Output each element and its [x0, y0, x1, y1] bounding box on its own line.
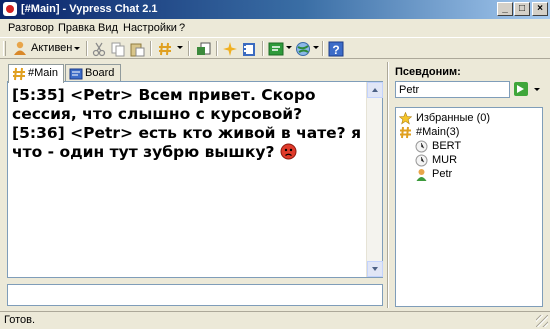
- status-text: Готов.: [4, 314, 36, 326]
- toolbar: Активен ?: [0, 37, 550, 59]
- cut-icon[interactable]: [91, 41, 107, 57]
- nickname-heading: Псевдоним:: [395, 66, 461, 78]
- status-label: Активен: [31, 42, 73, 54]
- menu-bar: Разговор Правка Вид Настройки ?: [0, 19, 550, 37]
- message-time: [5:36]: [12, 124, 65, 142]
- close-button[interactable]: ×: [532, 2, 548, 16]
- hash-icon: [13, 67, 25, 81]
- minimize-button[interactable]: _: [497, 2, 513, 16]
- svg-text:?: ?: [332, 43, 339, 57]
- board-icon: [69, 68, 83, 80]
- status-bar: Готов.: [0, 311, 550, 329]
- message-text: есть кто живой в чате? я что - один тут …: [12, 124, 362, 161]
- chat-message: [5:35] <Petr> Всем привет. Скоро сессия,…: [12, 86, 362, 124]
- send-file-icon[interactable]: [196, 41, 212, 57]
- chevron-down-icon: [74, 47, 80, 50]
- help-icon[interactable]: ?: [328, 41, 344, 57]
- address-book-icon[interactable]: [241, 41, 257, 57]
- chevron-down-icon[interactable]: [534, 88, 540, 91]
- window-title: [#Main] - Vypress Chat 2.1: [21, 3, 158, 15]
- hash-icon: [400, 126, 411, 139]
- menu-view[interactable]: Вид: [98, 22, 118, 34]
- message-time: [5:35]: [12, 86, 65, 104]
- chevron-down-icon: [372, 267, 378, 271]
- maximize-button[interactable]: □: [514, 2, 530, 16]
- message-icon[interactable]: [268, 41, 284, 57]
- user-status-icon: [14, 41, 26, 55]
- chevron-down-icon[interactable]: [177, 46, 183, 49]
- panel-splitter[interactable]: [387, 62, 389, 308]
- message-input[interactable]: [7, 284, 383, 306]
- tab-main[interactable]: #Main: [8, 64, 64, 83]
- globe-icon[interactable]: [295, 41, 311, 57]
- chat-pane[interactable]: [5:35] <Petr> Всем привет. Скоро сессия,…: [7, 81, 383, 278]
- scroll-down-button[interactable]: [367, 261, 383, 277]
- toolbar-separator: [150, 41, 152, 56]
- menu-edit[interactable]: Правка: [58, 22, 95, 34]
- user-active-icon: [416, 169, 427, 181]
- toolbar-separator: [188, 41, 190, 56]
- user-away-icon: [415, 154, 428, 167]
- toolbar-grip: [3, 41, 6, 56]
- scroll-up-button[interactable]: [367, 82, 383, 98]
- chevron-up-icon: [372, 88, 378, 92]
- status-button[interactable]: Активен: [12, 40, 82, 58]
- channel-hash-icon[interactable]: [157, 41, 173, 57]
- title-bar: [#Main] - Vypress Chat 2.1 _ □ ×: [0, 0, 550, 19]
- chat-message: [5:36] <Petr> есть кто живой в чате? я ч…: [12, 124, 362, 162]
- angry-smiley-icon: [280, 143, 297, 160]
- nickname-input[interactable]: Petr: [395, 81, 510, 98]
- menu-conversation[interactable]: Разговор: [8, 22, 54, 34]
- user-away-icon: [415, 140, 428, 153]
- tab-label: #Main: [28, 67, 58, 79]
- menu-settings[interactable]: Настройки: [123, 22, 177, 34]
- user-tree[interactable]: Избранные (0) #Main(3) BERT MUR Petr: [395, 107, 543, 307]
- tab-label: Board: [85, 67, 115, 79]
- toolbar-separator: [322, 41, 324, 56]
- toolbar-separator: [262, 41, 264, 56]
- apply-nick-button[interactable]: [514, 82, 528, 96]
- chat-scrollbar[interactable]: [366, 82, 383, 277]
- menu-help[interactable]: ?: [179, 22, 185, 34]
- tab-board[interactable]: Board: [65, 64, 121, 82]
- copy-icon[interactable]: [110, 41, 126, 57]
- app-icon: [3, 2, 17, 16]
- resize-grip[interactable]: [536, 315, 548, 327]
- toolbar-separator: [216, 41, 218, 56]
- chat-log: [5:35] <Petr> Всем привет. Скоро сессия,…: [12, 86, 362, 162]
- sparkle-icon[interactable]: [222, 41, 238, 57]
- chevron-down-icon[interactable]: [313, 46, 319, 49]
- message-nick: <Petr>: [70, 86, 134, 104]
- toolbar-separator: [86, 41, 88, 56]
- chevron-down-icon[interactable]: [286, 46, 292, 49]
- paste-icon[interactable]: [129, 41, 145, 57]
- star-icon: [399, 112, 412, 125]
- message-nick: <Petr>: [70, 124, 134, 142]
